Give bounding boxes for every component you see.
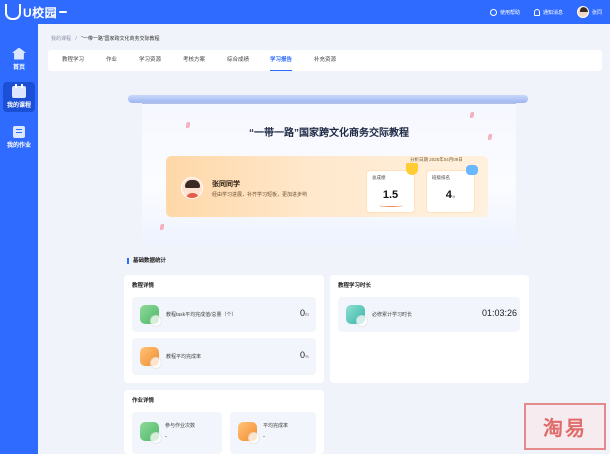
watermark-stamp: 淘易 bbox=[524, 403, 606, 450]
panel-title: 教程详情 bbox=[132, 283, 155, 289]
help-label: 使用帮助 bbox=[499, 9, 520, 16]
top-right-menu: 使用帮助 通知消息 张同 bbox=[476, 0, 602, 24]
class-rank-box: 班级排名 4/8 bbox=[426, 165, 478, 213]
user-menu[interactable]: 张同 bbox=[576, 6, 602, 18]
sidebar-item-my-homework[interactable]: 我的作业 bbox=[3, 122, 35, 152]
user-name: 张同 bbox=[591, 9, 602, 16]
student-description: 经由学习进展，补齐学习短板，更加进步哟 bbox=[212, 192, 308, 198]
sidebar-item-home[interactable]: 首页 bbox=[3, 44, 35, 74]
class-rank-unit: /8 bbox=[451, 194, 456, 199]
panel-title: 教程学习时长 bbox=[338, 283, 372, 289]
total-score-value: 1.5 bbox=[382, 189, 399, 201]
notice-link[interactable]: 通知消息 bbox=[533, 8, 563, 16]
report-title: “一带一路”国家跨文化商务交际教程 bbox=[249, 128, 409, 139]
report-hero: “一带一路”国家跨文化商务交际教程 分析日期 2025年04月09日 张同同学 … bbox=[142, 104, 516, 243]
homework-details-panel: 作业详情 参与作业次数 - 平均完成率 - bbox=[124, 390, 324, 454]
tab-resources[interactable]: 学习资源 bbox=[139, 50, 161, 71]
stat-card: 平均完成率 - bbox=[230, 412, 316, 454]
brand-logo[interactable]: U校园 bbox=[5, 3, 68, 21]
brand-tag bbox=[59, 11, 68, 13]
study-time-value: 01:03:26 bbox=[482, 308, 518, 318]
stat-value: 0% bbox=[300, 350, 309, 360]
course-tabs: 教程学习 作业 学习资源 考核方案 综合成绩 学习报告 补充资源 bbox=[48, 50, 602, 71]
sidebar-item-label: 我的课程 bbox=[6, 102, 31, 109]
analysis-date: 分析日期 2025年04月09日 bbox=[410, 157, 463, 162]
tab-assessment[interactable]: 考核方案 bbox=[183, 50, 205, 71]
breadcrumb-current: “一带一路”国家跨文化商务交际教程 bbox=[81, 36, 160, 42]
stat-unit: % bbox=[305, 354, 310, 359]
stat-card: 参与作业次数 - bbox=[132, 412, 222, 454]
stat-value: - bbox=[263, 434, 265, 440]
breadcrumb-separator: / bbox=[75, 36, 77, 42]
stat-value: - bbox=[165, 434, 167, 440]
brand-name: U校园 bbox=[23, 5, 58, 20]
tab-study-report[interactable]: 学习报告 bbox=[270, 50, 293, 71]
scroll-bottom-edge bbox=[142, 240, 516, 246]
tab-homework[interactable]: 作业 bbox=[106, 50, 117, 71]
study-time-panel: 教程学习时长 必修累计学习时长 01:03:26 bbox=[330, 275, 529, 383]
trophy-icon bbox=[406, 163, 418, 175]
tab-overall-score[interactable]: 综合成绩 bbox=[227, 50, 249, 71]
tab-extra-resources[interactable]: 补充资源 bbox=[314, 50, 336, 71]
stat-label: 教程平均完成率 bbox=[166, 354, 202, 360]
stat-label: 教程task平均完成值/总量（个） bbox=[166, 312, 237, 318]
sidebar-item-my-courses[interactable]: 我的课程 bbox=[3, 82, 35, 112]
home-icon bbox=[12, 47, 26, 60]
breadcrumb: 我的课程 / “一带一路”国家跨文化商务交际教程 bbox=[51, 35, 160, 42]
stat-card: 教程平均完成率 0% bbox=[132, 338, 316, 375]
petal-decoration bbox=[160, 224, 164, 230]
watermark-text: 淘易 bbox=[543, 416, 587, 440]
stat-label: 必修累计学习时长 bbox=[372, 312, 413, 318]
homework-icon bbox=[13, 125, 25, 138]
sidebar-item-label: 我的作业 bbox=[6, 142, 31, 149]
cup-icon bbox=[466, 165, 478, 175]
stat-unit: /0 bbox=[305, 312, 309, 317]
bell-icon bbox=[533, 8, 540, 16]
total-score-box: 总成绩 1.5 bbox=[366, 163, 418, 213]
section-title: 基础数据统计 bbox=[127, 258, 166, 264]
total-score-label: 总成绩 bbox=[372, 175, 386, 180]
student-avatar bbox=[181, 177, 203, 199]
course-details-panel: 教程详情 教程task平均完成值/总量（个） 0/0 教程平均完成率 0% bbox=[124, 275, 324, 383]
breadcrumb-root[interactable]: 我的课程 bbox=[51, 36, 71, 42]
clock-icon bbox=[238, 422, 260, 444]
clock-icon bbox=[140, 347, 162, 369]
sidebar-item-label: 首页 bbox=[12, 64, 25, 71]
stat-card: 必修累计学习时长 01:03:26 bbox=[338, 297, 520, 332]
student-name: 张同同学 bbox=[212, 181, 240, 188]
panel-title: 作业详情 bbox=[132, 398, 155, 404]
tab-course-study[interactable]: 教程学习 bbox=[62, 50, 84, 71]
class-rank-label: 班级排名 bbox=[432, 175, 450, 180]
top-bar: U校园 使用帮助 通知消息 张同 bbox=[0, 0, 610, 24]
stat-label: 平均完成率 bbox=[263, 423, 289, 429]
logo-u-icon bbox=[5, 4, 21, 20]
calendar-icon bbox=[12, 83, 26, 98]
chart-icon bbox=[346, 305, 368, 327]
scribble-decoration bbox=[379, 204, 403, 207]
class-rank-value: 4/8 bbox=[427, 189, 474, 201]
help-link[interactable]: 使用帮助 bbox=[489, 8, 520, 16]
avatar bbox=[576, 6, 589, 18]
check-icon bbox=[140, 305, 162, 327]
stat-card: 教程task平均完成值/总量（个） 0/0 bbox=[132, 297, 316, 332]
help-icon bbox=[489, 8, 497, 16]
check-icon bbox=[140, 422, 162, 444]
petal-decoration bbox=[470, 112, 474, 118]
sidebar: 首页 我的课程 我的作业 bbox=[0, 24, 38, 454]
notice-label: 通知消息 bbox=[542, 9, 563, 16]
stat-label: 参与作业次数 bbox=[165, 423, 196, 429]
stat-value: 0/0 bbox=[300, 308, 309, 318]
